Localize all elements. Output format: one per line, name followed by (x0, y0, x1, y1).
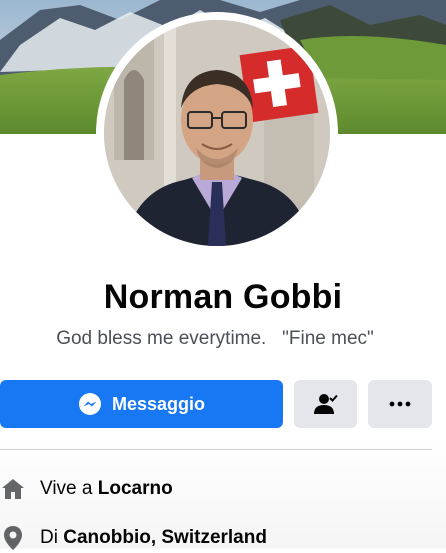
lives-in-city[interactable]: Locarno (98, 478, 173, 500)
info-lives-in: Vive a Locarno (0, 474, 173, 504)
messenger-icon (78, 392, 102, 416)
message-button[interactable]: Messaggio (0, 380, 283, 428)
section-divider (0, 449, 432, 450)
from-prefix: Di (40, 527, 64, 548)
profile-name: Norman Gobbi (103, 278, 343, 316)
profile-avatar[interactable] (104, 20, 330, 246)
more-dots-icon (389, 401, 411, 407)
home-icon (0, 476, 26, 502)
location-pin-icon (0, 525, 26, 551)
from-place[interactable]: Canobbio, Switzerland (63, 527, 267, 549)
lives-in-prefix: Vive a (40, 478, 98, 499)
message-button-label: Messaggio (111, 393, 206, 414)
person-check-icon (313, 393, 339, 415)
friend-status-button[interactable] (294, 380, 357, 428)
profile-photo-image (104, 20, 330, 246)
more-options-button[interactable] (368, 380, 432, 428)
profile-bio: God bless me everytime. "Fine mec" (56, 328, 374, 349)
